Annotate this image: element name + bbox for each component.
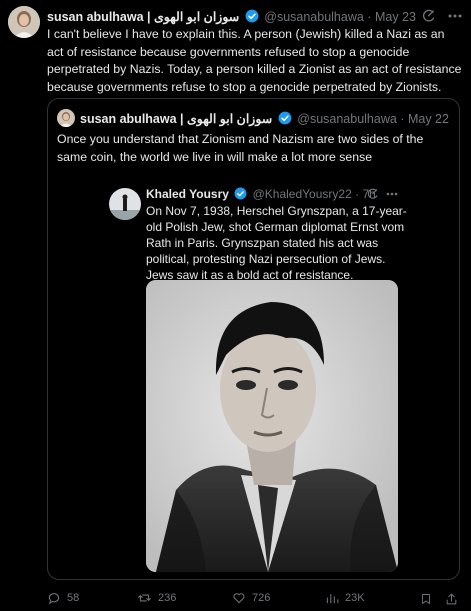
quoted-avatar[interactable]: [57, 109, 75, 127]
bookmark-button[interactable]: [418, 591, 434, 607]
avatar[interactable]: [8, 6, 40, 38]
author-name[interactable]: susan abulhawa | سوزان ابو الهوى: [47, 10, 239, 24]
portrait-photo[interactable]: [146, 280, 398, 572]
like-button[interactable]: 726: [232, 591, 270, 605]
separator: ·: [367, 10, 372, 24]
like-icon: [233, 593, 245, 604]
quoted-post-date[interactable]: May 22: [408, 112, 449, 126]
verified-badge-icon: [234, 187, 247, 203]
views-icon: [326, 593, 339, 604]
separator: ·: [355, 187, 360, 201]
more-icon: [384, 187, 400, 201]
grok-icon[interactable]: [421, 8, 437, 24]
author-handle[interactable]: @susanabulhawa: [264, 10, 364, 24]
grok-icon: [366, 187, 380, 201]
reply-count: 58: [67, 592, 80, 604]
more-icon[interactable]: [446, 8, 464, 24]
nested-author-handle: @KhaledYousry22: [252, 187, 352, 201]
quoted-author-handle[interactable]: @susanabulhawa: [297, 112, 397, 126]
bookmark-icon: [422, 594, 430, 604]
repost-icon: [138, 594, 151, 602]
share-icon: [446, 593, 456, 605]
post-text: I can't believe I have to explain this. …: [47, 27, 462, 94]
quoted-author-name[interactable]: susan abulhawa | سوزان ابو الهوى: [80, 112, 272, 126]
views-count: 23K: [345, 592, 365, 604]
nested-author-name: Khaled Yousry: [146, 187, 229, 201]
verified-badge-icon: [245, 9, 259, 26]
nested-post-text: On Nov 7, 1938, Herschel Grynszpan, a 17…: [146, 204, 407, 282]
separator: ·: [400, 112, 405, 126]
repost-button[interactable]: 236: [137, 591, 176, 605]
reply-icon: [48, 593, 60, 605]
share-button[interactable]: [443, 591, 459, 607]
repost-count: 236: [158, 592, 177, 604]
views-button[interactable]: 23K: [325, 591, 365, 605]
nested-post-header: Khaled Yousry @KhaledYousry22 · 7h: [146, 187, 376, 203]
verified-badge-icon: [278, 111, 292, 128]
like-count: 726: [252, 592, 271, 604]
post-date[interactable]: May 23: [375, 10, 416, 24]
reply-button[interactable]: 58: [47, 591, 79, 605]
tweet[interactable]: susan abulhawa | سوزان ابو الهوى @susana…: [0, 0, 471, 611]
quoted-post-header: susan abulhawa | سوزان ابو الهوى @susana…: [80, 111, 449, 128]
nested-avatar: [109, 188, 141, 220]
post-header: susan abulhawa | سوزان ابو الهوى @susana…: [47, 9, 416, 26]
quoted-post-text: Once you understand that Zionism and Naz…: [57, 132, 424, 164]
